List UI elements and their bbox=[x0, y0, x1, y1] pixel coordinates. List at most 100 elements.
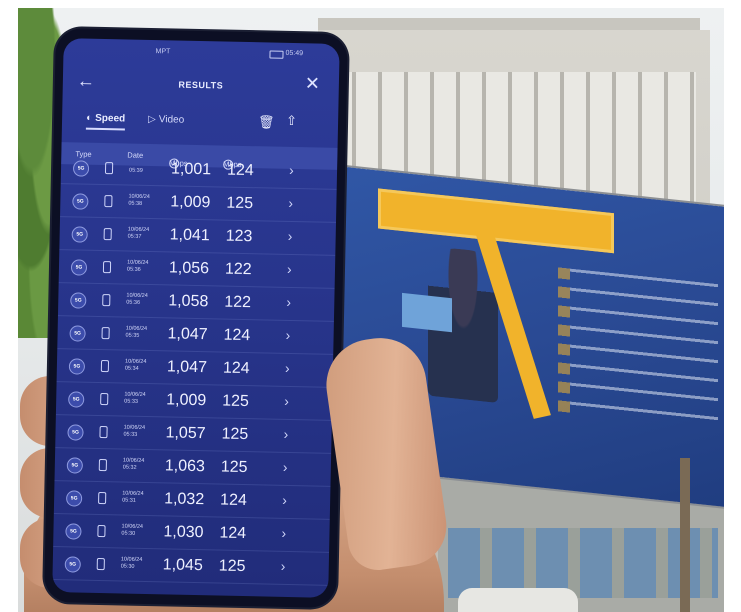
chevron-right-icon: › bbox=[286, 293, 292, 310]
download-value: 1,047 bbox=[166, 358, 208, 377]
row-time: 05:30 bbox=[121, 530, 136, 537]
network-badge: 5G bbox=[65, 523, 82, 540]
download-value: 1,056 bbox=[168, 259, 210, 278]
row-date: 10/06/24 bbox=[126, 292, 148, 299]
phone-icon bbox=[97, 524, 106, 538]
row-datetime: 10/06/24 05:37 bbox=[128, 227, 150, 241]
phone-icon bbox=[98, 491, 107, 505]
chevron-right-icon: › bbox=[281, 524, 287, 541]
download-value: 1,063 bbox=[164, 457, 206, 476]
upload-value: 125 bbox=[222, 392, 250, 411]
chevron-right-icon: › bbox=[287, 227, 293, 244]
status-bar: MPT 05:49 bbox=[63, 38, 339, 66]
row-datetime: 10/06/24 05:35 bbox=[125, 325, 148, 340]
upload-value: 124 bbox=[226, 161, 254, 180]
trash-icon[interactable]: 🗑 bbox=[258, 114, 275, 130]
phone-icon bbox=[98, 458, 107, 472]
row-datetime: 10/06/24 05:36 bbox=[126, 293, 148, 307]
table-row[interactable]: 5G 10/06/24 05:30 1,045 125 › bbox=[52, 546, 330, 586]
upload-value: 125 bbox=[221, 425, 249, 444]
photo: MPT 05:49 ← RESULTS ✕ ◐ Speed ▷ Video 🗑 ⇧ bbox=[18, 8, 724, 612]
row-datetime: 10/06/24 05:33 bbox=[124, 392, 146, 406]
network-badge: 5G bbox=[66, 457, 84, 474]
tab-video[interactable]: ▷ Video bbox=[148, 114, 184, 126]
tab-bar: ◐ Speed ▷ Video 🗑 ⇧ bbox=[62, 106, 339, 140]
network-badge: 5G bbox=[68, 391, 85, 408]
phone-screen: MPT 05:49 ← RESULTS ✕ ◐ Speed ▷ Video 🗑 ⇧ bbox=[52, 38, 340, 598]
network-badge: 5G bbox=[68, 358, 86, 375]
row-time: 05:39 bbox=[128, 167, 143, 174]
tab-speed[interactable]: ◐ Speed bbox=[85, 112, 126, 131]
phone: MPT 05:49 ← RESULTS ✕ ◐ Speed ▷ Video 🗑 ⇧ bbox=[43, 28, 348, 608]
network-badge: 5G bbox=[72, 193, 89, 210]
upload-value: 123 bbox=[225, 227, 253, 246]
download-value: 1,057 bbox=[165, 424, 206, 443]
phone-icon bbox=[102, 261, 112, 274]
row-time: 05:33 bbox=[124, 398, 139, 405]
utility-pole bbox=[680, 458, 690, 612]
row-datetime: 10/06/24 05:31 bbox=[122, 490, 144, 504]
phone-icon bbox=[96, 557, 105, 571]
download-value: 1,009 bbox=[170, 193, 211, 212]
row-time: 05:32 bbox=[122, 464, 137, 471]
row-time: 05:38 bbox=[128, 200, 143, 207]
close-icon[interactable]: ✕ bbox=[305, 73, 321, 94]
chevron-right-icon: › bbox=[286, 260, 292, 277]
phone-icon bbox=[104, 162, 114, 175]
download-value: 1,032 bbox=[163, 490, 205, 509]
row-date: 10/06/24 bbox=[123, 424, 146, 431]
row-date: 10/06/24 bbox=[122, 457, 145, 464]
network-badge: 5G bbox=[70, 292, 87, 309]
share-icon[interactable]: ⇧ bbox=[286, 113, 297, 129]
row-time: 05:34 bbox=[124, 365, 139, 372]
tab-speed-label: Speed bbox=[95, 112, 126, 125]
phone-icon bbox=[102, 294, 111, 307]
row-time: 05:36 bbox=[126, 299, 141, 306]
billboard-laptop bbox=[402, 292, 452, 333]
billboard-feature-list bbox=[558, 267, 718, 435]
page-title: RESULTS bbox=[178, 79, 224, 91]
network-badge: 5G bbox=[69, 325, 86, 342]
row-time: 05:35 bbox=[125, 332, 140, 339]
row-date: 10/06/24 bbox=[122, 490, 144, 497]
network-badge: 5G bbox=[65, 490, 83, 507]
chevron-right-icon: › bbox=[280, 557, 286, 574]
row-time: 05:31 bbox=[122, 497, 136, 504]
download-value: 1,045 bbox=[162, 556, 203, 575]
chevron-right-icon: › bbox=[288, 161, 294, 179]
row-datetime: 10/06/24 05:32 bbox=[123, 457, 145, 471]
network-badge: 5G bbox=[71, 226, 88, 243]
status-time: 05:49 bbox=[285, 49, 304, 58]
row-date: 10/06/24 bbox=[128, 193, 150, 201]
results-list: 5G 05:39 1,001 124 › 5G 10/06/24 05:38 1,009 125 ›… bbox=[52, 150, 338, 586]
row-date: 10/06/24 bbox=[124, 391, 146, 398]
download-value: 1,041 bbox=[169, 226, 210, 245]
network-badge: 5G bbox=[64, 556, 81, 573]
upload-value: 125 bbox=[218, 557, 246, 576]
upload-value: 125 bbox=[220, 458, 248, 477]
phone-icon bbox=[104, 195, 113, 208]
row-datetime: 10/06/24 05:30 bbox=[121, 556, 143, 570]
upload-value: 122 bbox=[224, 293, 252, 312]
app-bar: ← RESULTS ✕ bbox=[62, 64, 339, 106]
row-date: 10/06/24 bbox=[127, 259, 149, 266]
chevron-right-icon: › bbox=[285, 326, 291, 343]
upload-value: 122 bbox=[224, 260, 252, 279]
row-datetime: 10/06/24 05:30 bbox=[121, 523, 143, 537]
battery-icon bbox=[269, 50, 284, 59]
play-icon: ▷ bbox=[147, 113, 156, 126]
network-badge: 5G bbox=[70, 259, 88, 276]
row-time: 05:37 bbox=[127, 233, 142, 240]
network-badge: 5G bbox=[67, 424, 84, 441]
row-date: 10/06/24 bbox=[124, 358, 147, 365]
row-time: 05:33 bbox=[123, 431, 138, 438]
row-time: 05:36 bbox=[126, 266, 141, 273]
row-date: 10/06/24 bbox=[121, 523, 144, 530]
tab-video-label: Video bbox=[158, 114, 185, 126]
row-time: 05:30 bbox=[120, 563, 135, 570]
carrier-label: MPT bbox=[155, 48, 171, 56]
chevron-right-icon: › bbox=[283, 425, 289, 442]
parked-car bbox=[458, 588, 578, 612]
upload-value: 125 bbox=[226, 194, 254, 213]
row-date: 10/06/24 bbox=[125, 325, 148, 332]
